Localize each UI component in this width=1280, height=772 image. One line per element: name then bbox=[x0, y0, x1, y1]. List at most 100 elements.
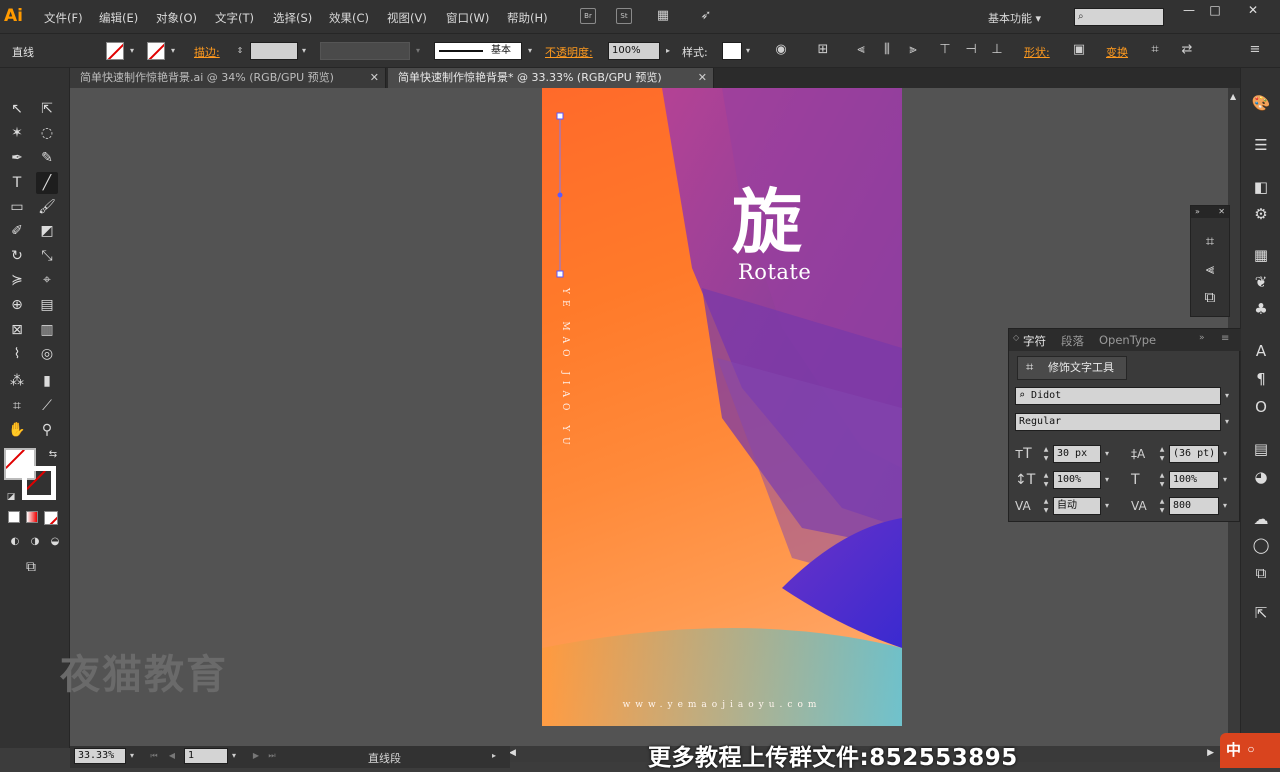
vertical-scale-field[interactable]: 100% bbox=[1053, 471, 1101, 489]
line-segment-tool-icon[interactable]: ╱ bbox=[36, 172, 58, 194]
vertical-scale-stepper[interactable]: ▲ ▼ bbox=[1041, 471, 1051, 489]
swap-colors-icon[interactable]: ⇆ bbox=[42, 444, 64, 466]
scale-tool-icon[interactable]: ⤡ bbox=[36, 245, 58, 267]
menu-help[interactable]: 帮助(H) bbox=[507, 10, 548, 26]
zoom-tool-icon[interactable]: ⚲ bbox=[36, 419, 58, 441]
workspace-switcher[interactable]: 基本功能 ▾ bbox=[988, 10, 1041, 26]
menu-object[interactable]: 对象(O) bbox=[156, 10, 197, 26]
menu-view[interactable]: 视图(V) bbox=[387, 10, 427, 26]
variable-width-profile[interactable] bbox=[320, 42, 410, 60]
draw-inside-icon[interactable]: ◒ bbox=[44, 531, 66, 553]
draw-normal-icon[interactable]: ◐ bbox=[4, 531, 26, 553]
prev-artboard-icon[interactable]: ◀ bbox=[166, 747, 178, 765]
brushes-icon[interactable]: ❦ bbox=[1249, 271, 1273, 293]
transform-label[interactable]: 变换 bbox=[1106, 44, 1128, 60]
horizontal-scale-field[interactable]: 100% bbox=[1169, 471, 1219, 489]
chevron-down-icon[interactable]: ▾ bbox=[1219, 497, 1231, 515]
stroke-swatch[interactable] bbox=[147, 42, 165, 60]
paintbrush-tool-icon[interactable]: 🖌 bbox=[36, 196, 58, 218]
stock-button[interactable]: St bbox=[616, 8, 632, 24]
close-icon[interactable]: ✕ bbox=[698, 68, 707, 88]
tracking-field[interactable]: 800 bbox=[1169, 497, 1219, 515]
opacity-field[interactable]: 100% bbox=[608, 42, 660, 60]
search-input[interactable]: ⌕ bbox=[1074, 8, 1164, 26]
kerning-field[interactable]: 自动 bbox=[1053, 497, 1101, 515]
align-top-icon[interactable]: ⊤ bbox=[936, 42, 954, 60]
minimize-button[interactable]: — bbox=[1178, 3, 1200, 19]
floating-panel-header[interactable]: » ✕ bbox=[1191, 206, 1229, 218]
chevron-down-icon[interactable]: ▾ bbox=[298, 42, 310, 60]
first-artboard-icon[interactable]: ⏮ bbox=[148, 747, 160, 765]
hand-tool-icon[interactable]: ✋ bbox=[6, 419, 28, 441]
align-to-icon[interactable]: ⊞ bbox=[814, 42, 832, 60]
chevron-down-icon[interactable]: ▾ bbox=[412, 42, 424, 60]
shape-builder-tool-icon[interactable]: ⊕ bbox=[6, 294, 28, 316]
touch-type-tool-button[interactable]: ⌗ 修饰文字工具 bbox=[1017, 356, 1127, 380]
gradient-mode-icon[interactable] bbox=[26, 511, 38, 523]
character-panel-icon[interactable]: A bbox=[1249, 340, 1273, 362]
chevron-down-icon[interactable]: ▾ bbox=[126, 42, 138, 60]
tab-opentype[interactable]: OpenType bbox=[1099, 333, 1156, 347]
scroll-up-icon[interactable]: ▲ bbox=[1230, 92, 1236, 101]
direct-selection-tool-icon[interactable]: ⇱ bbox=[36, 98, 58, 120]
column-graph-tool-icon[interactable]: ▮ bbox=[36, 370, 58, 392]
ime-indicator[interactable]: 中 ◦ bbox=[1220, 733, 1280, 768]
opentype-panel-icon[interactable]: O bbox=[1249, 396, 1273, 418]
leading-stepper[interactable]: ▲ ▼ bbox=[1157, 445, 1167, 463]
font-size-stepper[interactable]: ▲ ▼ bbox=[1041, 445, 1051, 463]
control-menu-icon[interactable]: ≡ bbox=[1246, 42, 1264, 60]
recolor-artwork-icon[interactable]: ◉ bbox=[772, 42, 790, 60]
chevron-down-icon[interactable]: ▾ bbox=[126, 747, 138, 765]
default-colors-icon[interactable]: ◪ bbox=[0, 486, 22, 508]
appearance-icon[interactable]: ⚙ bbox=[1249, 203, 1273, 225]
last-artboard-icon[interactable]: ⏭ bbox=[266, 747, 278, 765]
paragraph-panel-icon[interactable]: ¶ bbox=[1249, 368, 1273, 390]
shape-properties-icon[interactable]: ▣ bbox=[1070, 42, 1088, 60]
stroke-panel-icon[interactable]: ◯ bbox=[1249, 534, 1273, 556]
chevron-down-icon[interactable]: ▾ bbox=[1101, 497, 1113, 515]
libraries-icon[interactable]: ☁ bbox=[1249, 508, 1273, 530]
gradient-panel-icon[interactable]: ▤ bbox=[1249, 438, 1273, 460]
tab-document-2[interactable]: 简单快速制作惊艳背景* @ 33.33% (RGB/GPU 预览) ✕ bbox=[388, 68, 714, 88]
leading-field[interactable]: (36 pt) bbox=[1169, 445, 1219, 463]
chevron-down-icon[interactable]: ▾ bbox=[1221, 387, 1233, 405]
chevron-down-icon[interactable]: ▾ bbox=[1221, 413, 1233, 431]
transform-panel-icon[interactable]: ⌗ bbox=[1198, 230, 1222, 252]
gradient-tool-icon[interactable]: ▥ bbox=[36, 319, 58, 341]
type-tool-icon[interactable]: T bbox=[6, 172, 28, 194]
font-family-field[interactable]: ⌕ Didot bbox=[1015, 387, 1221, 405]
chevron-down-icon[interactable]: ▾ bbox=[524, 42, 536, 60]
none-mode-icon[interactable] bbox=[44, 511, 58, 525]
chevron-right-icon[interactable]: ▸ bbox=[488, 747, 500, 765]
graphic-style-swatch[interactable] bbox=[722, 42, 742, 60]
fill-swatch[interactable] bbox=[106, 42, 124, 60]
chevron-down-icon[interactable]: ▾ bbox=[1101, 471, 1113, 489]
chevron-down-icon[interactable]: ▾ bbox=[1101, 445, 1113, 463]
eyedropper-tool-icon[interactable]: ⌇ bbox=[6, 343, 28, 365]
align-left-icon[interactable]: ⫷ bbox=[852, 42, 870, 60]
close-icon[interactable]: ✕ bbox=[370, 68, 379, 88]
pen-tool-icon[interactable]: ✒ bbox=[6, 147, 28, 169]
layers-panel-icon[interactable]: ⧉ bbox=[1249, 562, 1273, 584]
align-center-icon[interactable]: ⫼ bbox=[878, 42, 896, 60]
align-panel-icon[interactable]: ⫷ bbox=[1198, 258, 1222, 280]
perspective-grid-tool-icon[interactable]: ▤ bbox=[36, 294, 58, 316]
collapse-icon[interactable]: » bbox=[1195, 207, 1200, 216]
lasso-tool-icon[interactable]: ◌ bbox=[36, 122, 58, 144]
close-button[interactable]: ✕ bbox=[1242, 3, 1264, 19]
chevron-down-icon[interactable]: ▾ bbox=[167, 42, 179, 60]
stroke-weight-stepper[interactable]: ⇕ bbox=[234, 42, 246, 60]
close-icon[interactable]: ✕ bbox=[1218, 206, 1225, 218]
horizontal-scale-stepper[interactable]: ▲ ▼ bbox=[1157, 471, 1167, 489]
align-right-icon[interactable]: ⫸ bbox=[904, 42, 922, 60]
stroke-label[interactable]: 描边: bbox=[194, 44, 220, 60]
shape-label[interactable]: 形状: bbox=[1024, 44, 1050, 60]
brush-definition[interactable]: 基本 bbox=[434, 42, 522, 60]
chevron-right-icon[interactable]: ▸ bbox=[662, 42, 674, 60]
stroke-color-icon[interactable] bbox=[22, 466, 56, 500]
panel-menu-icon[interactable]: ≡ bbox=[1221, 333, 1229, 344]
chevron-down-icon[interactable]: ▾ bbox=[228, 747, 240, 765]
width-tool-icon[interactable]: ≽ bbox=[6, 269, 28, 291]
export-icon[interactable]: ⇱ bbox=[1249, 602, 1273, 624]
pathfinder-panel-icon[interactable]: ⧉ bbox=[1198, 286, 1222, 308]
